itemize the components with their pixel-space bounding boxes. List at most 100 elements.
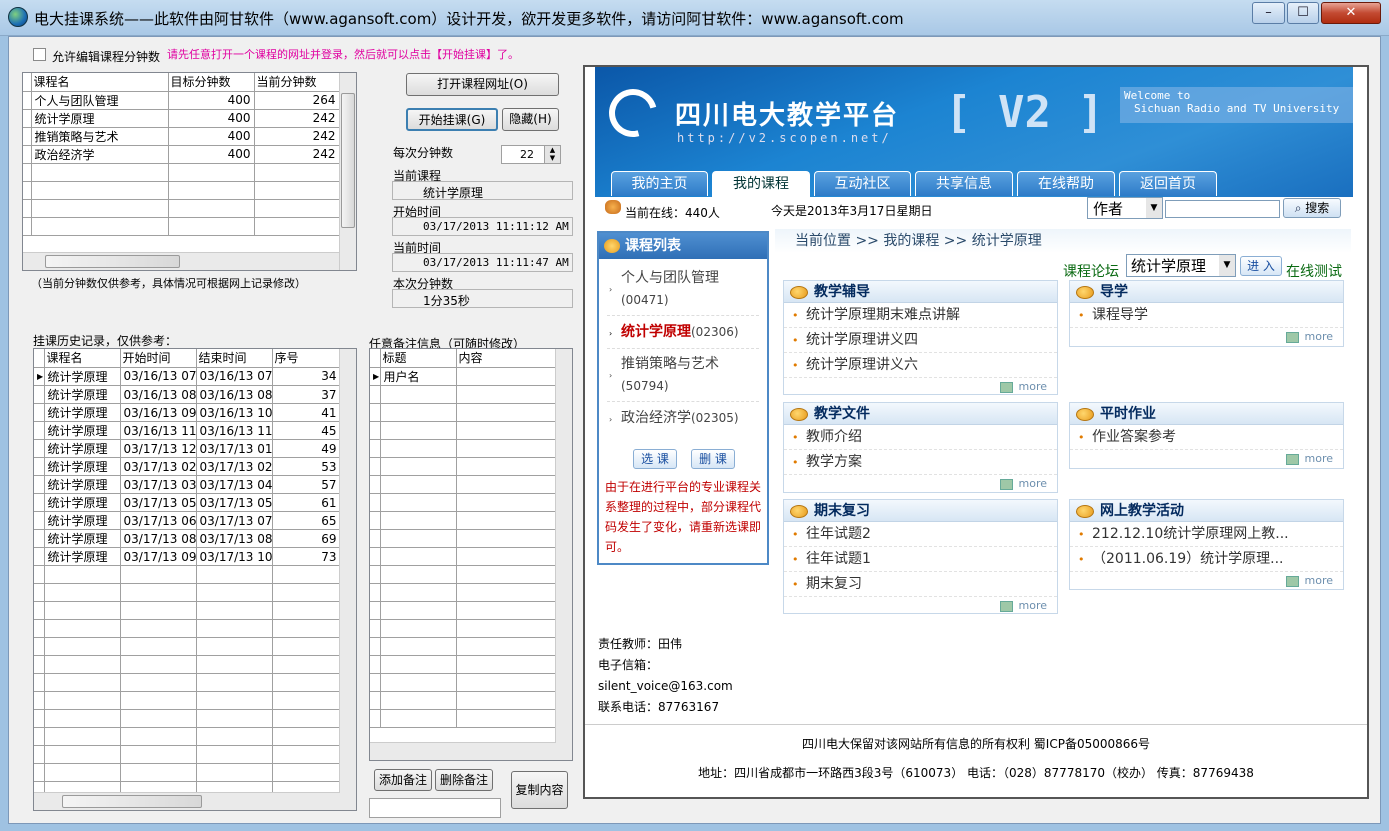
more-link[interactable]: more — [1070, 450, 1343, 468]
cell[interactable]: 49 — [272, 439, 341, 458]
more-link[interactable]: more — [784, 475, 1057, 493]
memo-vscroll[interactable] — [555, 349, 572, 760]
cell[interactable]: 用户名 — [380, 367, 457, 386]
course-link[interactable]: › 政治经济学(02305) — [607, 402, 759, 434]
nav-my-home[interactable]: 我的主页 — [611, 171, 708, 196]
cell[interactable]: 242 — [254, 109, 340, 128]
list-item[interactable]: 往年试题2 — [784, 522, 1057, 547]
scroll-thumb[interactable] — [45, 255, 180, 268]
cell[interactable]: 242 — [254, 127, 340, 146]
cell[interactable]: 03/17/13 03: — [120, 475, 197, 494]
cell[interactable]: 400 — [168, 145, 255, 164]
col-content[interactable]: 内容 — [456, 349, 557, 368]
enter-forum-button[interactable]: 进 入 — [1240, 256, 1282, 276]
cell[interactable]: 统计学原理 — [44, 439, 121, 458]
col-course-name[interactable]: 课程名 — [31, 73, 169, 92]
minimize-button[interactable]: – — [1252, 2, 1285, 24]
list-item[interactable]: 统计学原理讲义四 — [784, 328, 1057, 353]
table-row[interactable]: 统计学原理 03/16/13 11: 03/16/13 11: 45 — [34, 421, 341, 440]
select-course-button[interactable]: 选 课 — [633, 449, 677, 469]
course-forum-link[interactable]: 课程论坛 — [1063, 261, 1119, 281]
start-button[interactable]: 开始挂课(G) — [406, 108, 498, 131]
cell[interactable]: 统计学原理 — [44, 421, 121, 440]
stepper-arrows-icon[interactable]: ▲ ▼ — [544, 146, 560, 163]
embedded-browser[interactable]: 四川电大教学平台 http://v2.scopen.net/ [ V2 ] We… — [583, 65, 1369, 799]
cell[interactable]: 推销策略与艺术 — [31, 127, 169, 146]
cell[interactable]: 统计学原理 — [44, 511, 121, 530]
title-bar[interactable]: 电大挂课系统——此软件由阿甘软件（www.agansoft.com）设计开发，欲… — [0, 0, 1389, 36]
cell[interactable] — [456, 367, 557, 386]
cell[interactable]: 03/16/13 07: — [196, 367, 273, 386]
table-row[interactable]: 统计学原理 03/17/13 03: 03/17/13 04: 57 — [34, 475, 341, 494]
delete-memo-button[interactable]: 删除备注 — [435, 769, 493, 791]
copy-content-button[interactable]: 复制内容 — [511, 771, 568, 809]
table-row[interactable]: ▶ 用户名 — [370, 367, 557, 386]
list-item[interactable]: 212.12.10统计学原理网上教... — [1070, 522, 1343, 547]
cell[interactable]: 03/16/13 09: — [120, 403, 197, 422]
hide-button[interactable]: 隐藏(H) — [502, 108, 559, 131]
cell[interactable]: 统计学原理 — [44, 385, 121, 404]
nav-community[interactable]: 互动社区 — [814, 171, 911, 196]
cell[interactable]: 65 — [272, 511, 341, 530]
nav-my-courses[interactable]: 我的课程 — [712, 171, 810, 197]
more-link[interactable]: more — [784, 597, 1057, 615]
col-title[interactable]: 标题 — [380, 349, 457, 368]
course-grid-vscroll[interactable] — [339, 73, 356, 270]
allow-edit-checkbox[interactable] — [33, 48, 46, 61]
cell[interactable]: 03/17/13 08: — [196, 529, 273, 548]
course-link[interactable]: › 个人与团队管理 (00471) — [607, 263, 759, 316]
nav-shared-info[interactable]: 共享信息 — [915, 171, 1013, 196]
list-item[interactable]: 期末复习 — [784, 572, 1057, 597]
nav-back-home[interactable]: 返回首页 — [1119, 171, 1217, 196]
cell[interactable]: 03/16/13 11: — [120, 421, 197, 440]
add-memo-button[interactable]: 添加备注 — [374, 769, 432, 791]
table-row[interactable]: 统计学原理 03/17/13 05: 03/17/13 05: 61 — [34, 493, 341, 512]
cell[interactable]: 03/17/13 06: — [120, 511, 197, 530]
cell[interactable]: 57 — [272, 475, 341, 494]
cell[interactable]: 统计学原理 — [44, 547, 121, 566]
table-row[interactable]: 统计学原理 03/16/13 08: 03/16/13 08: 37 — [34, 385, 341, 404]
search-type-select[interactable]: 作者 ▼ — [1087, 197, 1163, 219]
cell[interactable]: 264 — [254, 91, 340, 110]
list-item[interactable]: 统计学原理期末难点讲解 — [784, 303, 1057, 328]
maximize-button[interactable]: ☐ — [1287, 2, 1319, 24]
cell[interactable]: 73 — [272, 547, 341, 566]
scroll-thumb[interactable] — [62, 795, 202, 808]
more-link[interactable]: more — [1070, 328, 1343, 346]
cell[interactable]: 69 — [272, 529, 341, 548]
search-button[interactable]: ⌕ 搜索 — [1283, 198, 1341, 218]
cell[interactable]: 61 — [272, 493, 341, 512]
cell[interactable]: 41 — [272, 403, 341, 422]
col-seq[interactable]: 序号 — [272, 349, 341, 368]
course-grid-hscroll[interactable] — [23, 252, 339, 270]
table-row[interactable]: 统计学原理 400 242 — [23, 109, 340, 128]
cell[interactable]: 03/17/13 05: — [196, 493, 273, 512]
col-end-time[interactable]: 结束时间 — [196, 349, 273, 368]
memo-grid[interactable]: 标题 内容 ▶ 用户名 — [369, 348, 573, 761]
cell[interactable]: 统计学原理 — [44, 403, 121, 422]
open-course-url-button[interactable]: 打开课程网址(O) — [406, 73, 559, 96]
cell[interactable]: 400 — [168, 127, 255, 146]
cell[interactable]: 03/16/13 08: — [196, 385, 273, 404]
memo-input[interactable] — [369, 798, 501, 818]
cell[interactable]: 03/17/13 04: — [196, 475, 273, 494]
cell[interactable]: 03/16/13 11: — [196, 421, 273, 440]
delete-course-button[interactable]: 删 课 — [691, 449, 735, 469]
table-row[interactable]: 政治经济学 400 242 — [23, 145, 340, 164]
list-item[interactable]: 教师介绍 — [784, 425, 1057, 450]
cell[interactable]: 45 — [272, 421, 341, 440]
col-current-min[interactable]: 当前分钟数 — [254, 73, 340, 92]
more-link[interactable]: more — [1070, 572, 1343, 590]
cell[interactable]: 03/16/13 07: — [120, 367, 197, 386]
chevron-down-icon[interactable]: ▼ — [1146, 198, 1162, 218]
cell[interactable]: 统计学原理 — [44, 529, 121, 548]
cell[interactable]: 37 — [272, 385, 341, 404]
list-item[interactable]: 课程导学 — [1070, 303, 1343, 328]
cell[interactable]: 03/17/13 02: — [120, 457, 197, 476]
cell[interactable]: 统计学原理 — [44, 457, 121, 476]
table-row[interactable]: 统计学原理 03/17/13 12: 03/17/13 01: 49 — [34, 439, 341, 458]
per-minutes-stepper[interactable]: 22 ▲ ▼ — [501, 145, 561, 164]
col-target-min[interactable]: 目标分钟数 — [168, 73, 255, 92]
cell[interactable]: 03/17/13 05: — [120, 493, 197, 512]
cell[interactable]: 03/16/13 10: — [196, 403, 273, 422]
